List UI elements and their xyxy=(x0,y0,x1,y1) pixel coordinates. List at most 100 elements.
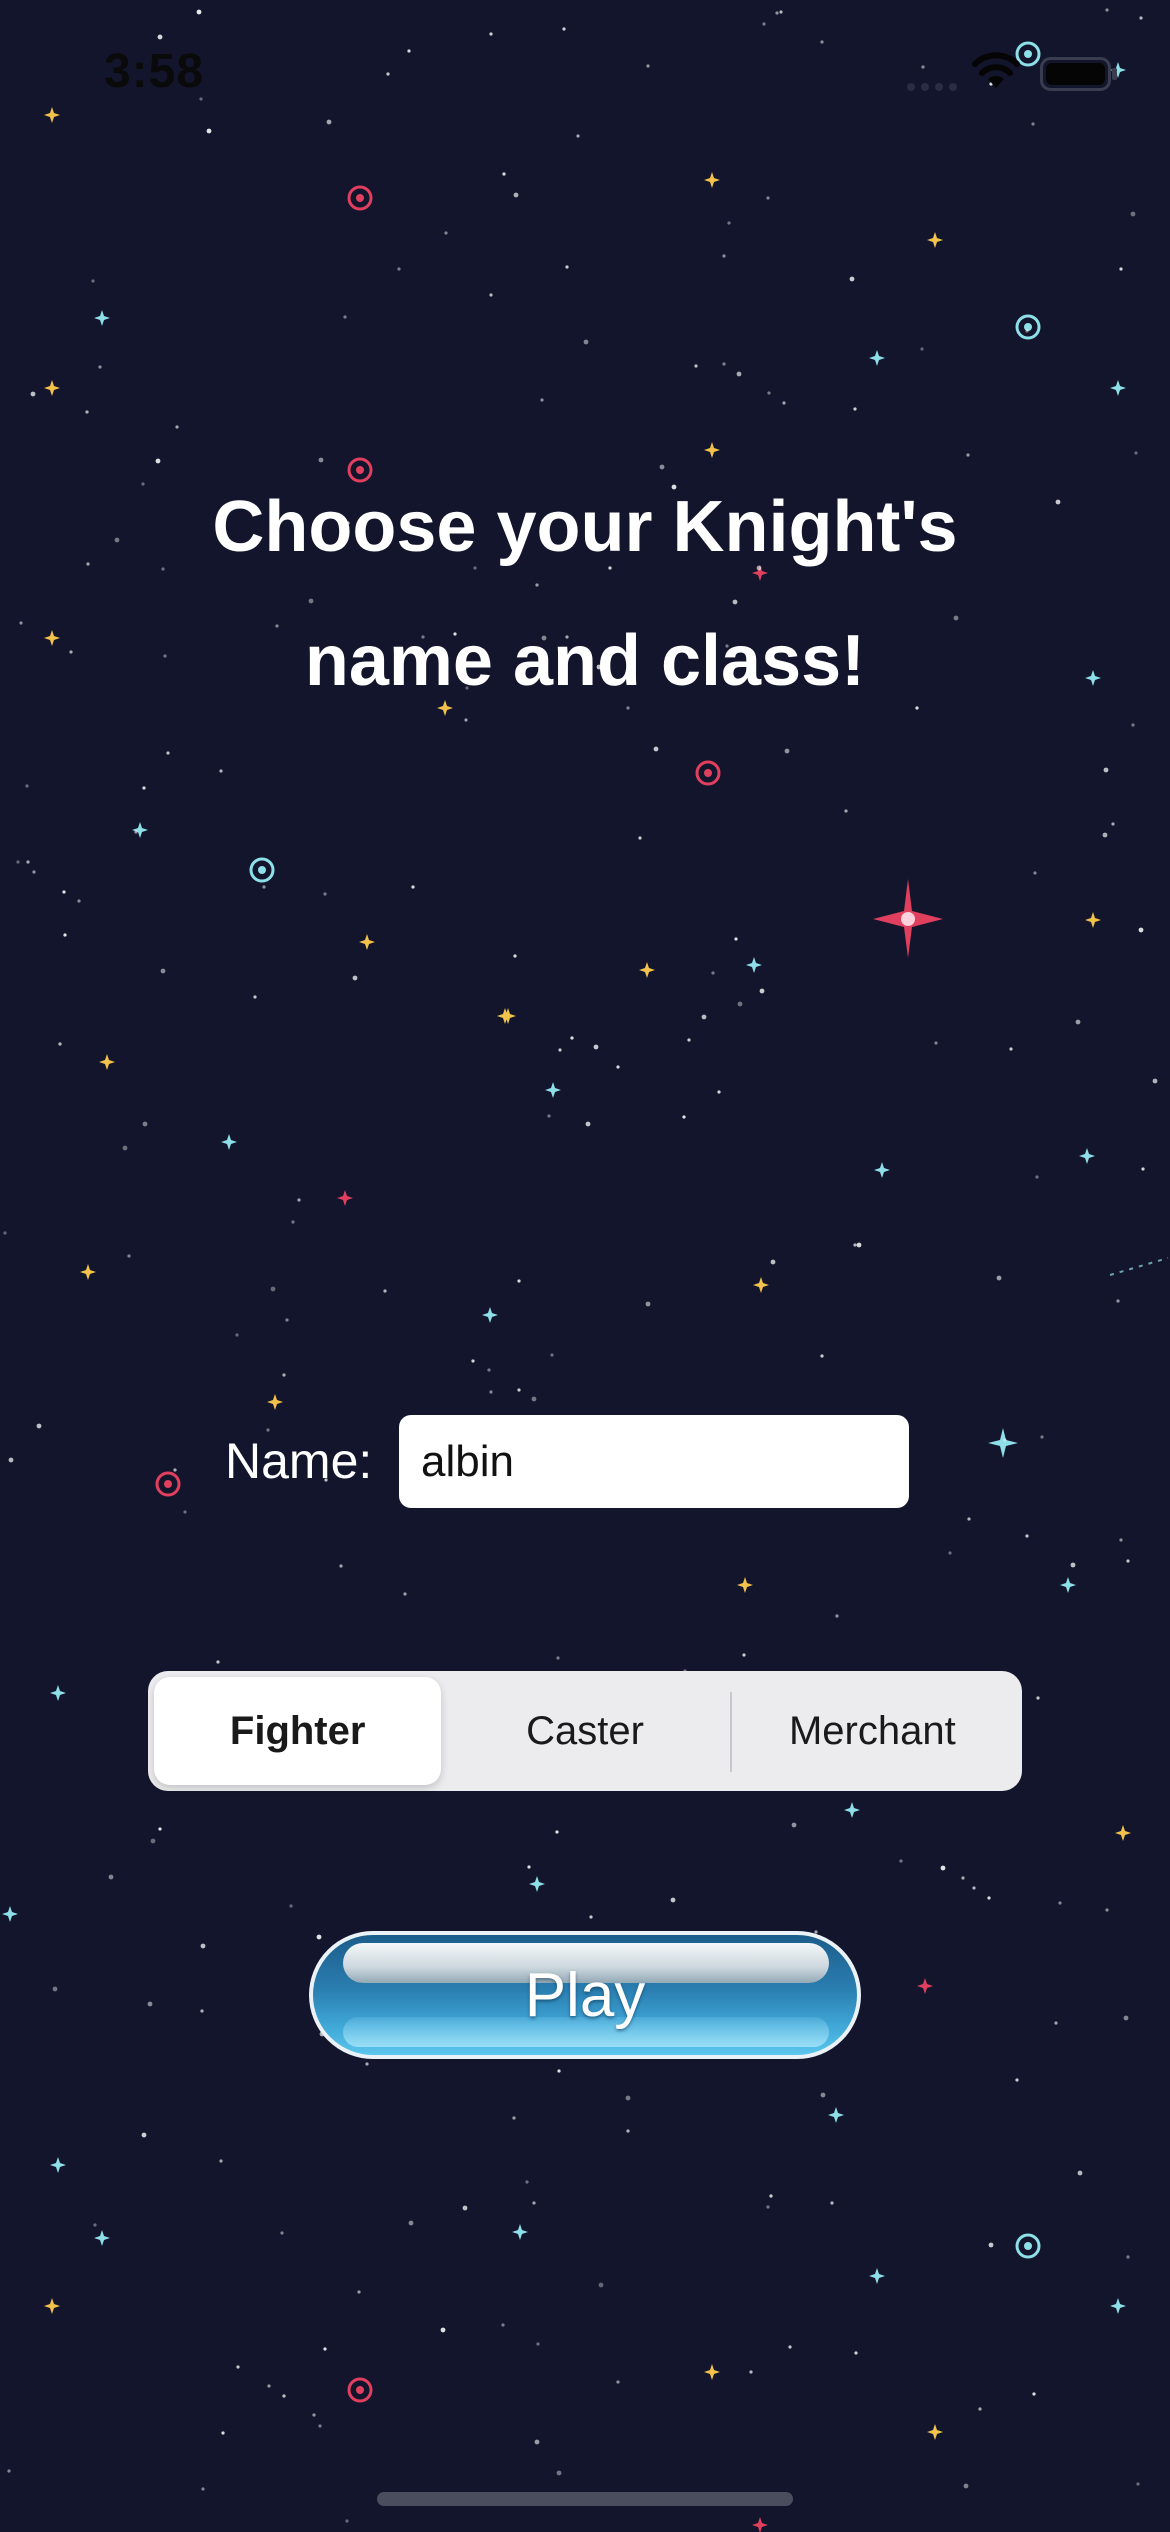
tiny-star xyxy=(1025,1534,1029,1538)
tiny-star xyxy=(556,2470,562,2476)
tiny-star xyxy=(759,988,765,994)
play-button[interactable]: Play xyxy=(309,1931,861,2059)
tiny-star xyxy=(513,954,517,958)
cellular-signal-icon xyxy=(907,83,957,91)
tiny-star xyxy=(1075,1019,1081,1025)
tiny-star xyxy=(1111,822,1115,826)
sparkle-star xyxy=(50,1685,66,1701)
tiny-star xyxy=(1105,1908,1109,1912)
tiny-star xyxy=(1141,1167,1145,1171)
tiny-star xyxy=(1152,1078,1158,1084)
sparkle-star xyxy=(746,957,762,973)
segment-fighter[interactable]: Fighter xyxy=(154,1677,442,1785)
tiny-star xyxy=(961,1876,965,1880)
tiny-star xyxy=(525,2180,529,2184)
tiny-star xyxy=(736,371,742,377)
tiny-star xyxy=(200,2009,204,2013)
name-input[interactable] xyxy=(399,1415,909,1508)
sparkle-star xyxy=(267,1394,283,1410)
tiny-star xyxy=(682,1115,686,1119)
tiny-star xyxy=(791,1822,797,1828)
tiny-star xyxy=(91,279,95,283)
tiny-star xyxy=(489,1390,493,1394)
page-title: Choose your Knight's name and class! xyxy=(0,460,1170,728)
tiny-star xyxy=(517,1279,521,1283)
tiny-star xyxy=(8,1457,14,1463)
tiny-star xyxy=(899,1859,903,1863)
sparkle-star xyxy=(704,2364,720,2380)
tiny-star xyxy=(339,1564,343,1568)
tiny-star xyxy=(940,1865,946,1871)
tiny-star xyxy=(645,1301,651,1307)
sparkle-star xyxy=(874,1162,890,1178)
tiny-star xyxy=(589,1915,593,1919)
tiny-star xyxy=(767,391,771,395)
tiny-star xyxy=(85,410,89,414)
tiny-star xyxy=(1116,1299,1120,1303)
tiny-star xyxy=(1103,767,1109,773)
tiny-star xyxy=(534,2439,540,2445)
sparkle-star xyxy=(869,350,885,366)
tiny-star xyxy=(1032,2392,1036,2396)
tiny-star xyxy=(963,2483,969,2489)
tiny-star xyxy=(3,1231,7,1235)
tiny-star xyxy=(32,870,36,874)
tiny-star xyxy=(749,2370,753,2374)
tiny-star xyxy=(988,2242,994,2248)
tiny-star xyxy=(527,1865,531,1869)
tiny-star xyxy=(972,1886,976,1890)
tiny-star xyxy=(856,1242,862,1248)
tiny-star xyxy=(722,254,726,258)
tiny-star xyxy=(849,276,855,282)
tiny-star xyxy=(134,830,138,834)
sparkle-star xyxy=(44,380,60,396)
tiny-star xyxy=(175,425,179,429)
tiny-star xyxy=(558,1048,562,1052)
tiny-star xyxy=(365,2062,369,2066)
tiny-star xyxy=(820,1354,824,1358)
sparkle-star xyxy=(337,1190,353,1206)
sparkle-star xyxy=(99,1054,115,1070)
tiny-star xyxy=(142,1121,148,1127)
tiny-star xyxy=(835,1614,839,1618)
tiny-star xyxy=(770,1259,776,1265)
tiny-star xyxy=(357,2290,361,2294)
sparkle-star xyxy=(704,172,720,188)
tiny-star xyxy=(854,2351,858,2355)
tiny-star xyxy=(30,391,36,397)
tiny-star xyxy=(253,995,257,999)
tiny-star xyxy=(201,2487,205,2491)
tiny-star xyxy=(978,2407,982,2411)
segment-caster[interactable]: Caster xyxy=(441,1677,728,1785)
segment-divider xyxy=(730,1692,732,1772)
tiny-star xyxy=(270,1286,276,1292)
sparkle-star xyxy=(512,2224,528,2240)
tiny-star xyxy=(122,1145,128,1151)
sparkle-star xyxy=(737,1577,753,1593)
play-button-label: Play xyxy=(524,1960,646,2030)
sparkle-star xyxy=(529,1876,545,1892)
tiny-star xyxy=(282,2394,286,2398)
tiny-star xyxy=(996,1275,1002,1281)
tiny-star xyxy=(784,748,790,754)
tiny-star xyxy=(1138,927,1144,933)
tiny-star xyxy=(570,1036,574,1040)
tiny-star xyxy=(291,1220,295,1224)
tiny-star xyxy=(638,836,642,840)
tiny-star xyxy=(550,1353,554,1357)
tiny-star xyxy=(502,172,506,176)
segment-merchant[interactable]: Merchant xyxy=(729,1677,1016,1785)
tiny-star xyxy=(52,1986,58,1992)
tiny-star xyxy=(166,751,170,755)
big-star-core xyxy=(901,912,915,926)
big-sparkle xyxy=(988,1428,1018,1458)
status-time: 3:58 xyxy=(104,45,205,98)
tiny-star xyxy=(282,1373,286,1377)
ring-star-core xyxy=(164,1480,172,1488)
tiny-star xyxy=(1015,2078,1019,2082)
battery-icon xyxy=(1040,57,1117,91)
sparkle-star xyxy=(752,2517,768,2532)
sparkle-star xyxy=(482,1307,498,1323)
tiny-star xyxy=(1054,2021,1058,2025)
tiny-star xyxy=(782,401,786,405)
